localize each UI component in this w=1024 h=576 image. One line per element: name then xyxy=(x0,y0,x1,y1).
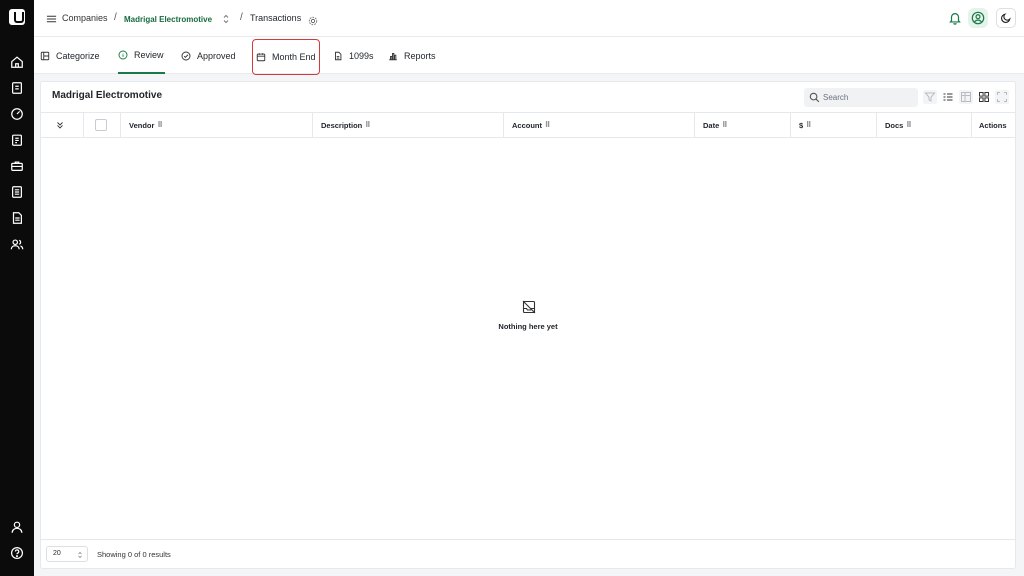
results-count: Showing 0 of 0 results xyxy=(97,550,171,559)
ledger-icon[interactable] xyxy=(10,185,24,199)
hamburger-menu-icon[interactable] xyxy=(46,12,57,24)
transactions-tab-bar: Categorize Review Approved Month End 109… xyxy=(34,37,1024,75)
user-avatar-button[interactable] xyxy=(968,8,988,28)
users-icon[interactable] xyxy=(10,237,24,251)
tab-label: Categorize xyxy=(56,50,100,61)
briefcase-icon[interactable] xyxy=(10,159,24,173)
breadcrumb-separator: / xyxy=(114,12,117,23)
tab-review[interactable]: Review xyxy=(118,37,165,74)
column-header-docs[interactable]: Docs ⠿ xyxy=(877,113,972,137)
columns-button[interactable] xyxy=(959,90,973,104)
double-chevron-down-icon[interactable] xyxy=(55,120,65,130)
column-label: Actions xyxy=(979,120,1007,130)
app-logo-icon[interactable] xyxy=(9,9,25,25)
bar-chart-icon xyxy=(389,52,397,60)
column-label: Docs xyxy=(885,120,904,130)
tab-label: Reports xyxy=(404,50,436,61)
grid-icon xyxy=(979,92,989,102)
breadcrumb-company[interactable]: Madrigal Electromotive xyxy=(124,14,212,25)
empty-state-text: Nothing here yet xyxy=(498,322,558,331)
notification-bell-icon[interactable] xyxy=(948,11,962,25)
document-icon xyxy=(335,51,342,60)
receipt-icon[interactable] xyxy=(10,81,24,95)
column-header-vendor[interactable]: Vendor ⠿ xyxy=(121,113,313,137)
select-all-checkbox[interactable] xyxy=(95,119,107,131)
table-footer: 20 Showing 0 of 0 results xyxy=(41,539,1015,568)
fullscreen-button[interactable] xyxy=(995,90,1009,104)
help-icon[interactable] xyxy=(10,546,24,560)
company-switcher-chevron-icon[interactable] xyxy=(222,12,230,24)
column-label: Vendor xyxy=(129,120,155,130)
drag-handle-icon[interactable]: ⠿ xyxy=(157,121,162,129)
column-header-description[interactable]: Description ⠿ xyxy=(313,113,504,137)
fullscreen-icon xyxy=(997,92,1007,102)
expand-all-cell xyxy=(41,113,84,137)
empty-inbox-icon xyxy=(522,300,536,314)
clipboard-icon[interactable] xyxy=(10,133,24,147)
tab-label: 1099s xyxy=(349,50,374,61)
tab-reports[interactable]: Reports xyxy=(388,37,436,74)
drag-handle-icon[interactable]: ⠿ xyxy=(365,121,370,129)
check-circle-icon xyxy=(181,51,191,60)
breadcrumb-companies[interactable]: Companies xyxy=(62,13,108,24)
tab-categorize[interactable]: Categorize xyxy=(40,37,100,74)
density-button[interactable] xyxy=(941,90,955,104)
filter-button[interactable] xyxy=(923,90,937,104)
left-sidebar xyxy=(0,0,34,576)
page-size-value: 20 xyxy=(53,550,61,557)
column-label: $ xyxy=(799,120,804,130)
tab-month-end[interactable]: Month End xyxy=(252,39,320,75)
tab-label: Review xyxy=(134,49,164,60)
calendar-icon xyxy=(256,53,266,62)
tab-1099s[interactable]: 1099s xyxy=(333,37,374,74)
column-header-amount[interactable]: $ ⠿ xyxy=(791,113,877,137)
user-profile-icon[interactable] xyxy=(10,520,24,534)
home-icon[interactable] xyxy=(10,55,24,69)
column-header-date[interactable]: Date ⠿ xyxy=(695,113,791,137)
breadcrumb-transactions: Transactions xyxy=(250,13,302,23)
breadcrumb-separator: / xyxy=(240,12,243,23)
list-density-icon xyxy=(943,93,953,101)
drag-handle-icon[interactable]: ⠿ xyxy=(722,121,727,129)
tab-label: Month End xyxy=(272,52,316,62)
column-label: Description xyxy=(321,120,363,130)
transactions-card: Madrigal Electromotive Vendor ⠿ Descript… xyxy=(40,81,1016,569)
theme-toggle-button[interactable] xyxy=(996,8,1016,28)
grid-view-button[interactable] xyxy=(977,90,991,104)
table-header: Vendor ⠿ Description ⠿ Account ⠿ Date ⠿ … xyxy=(41,112,1015,138)
drag-handle-icon[interactable]: ⠿ xyxy=(806,121,811,129)
column-header-actions: Actions xyxy=(972,113,1015,137)
moon-icon xyxy=(1001,13,1011,23)
column-label: Account xyxy=(512,120,542,130)
select-chevron-icon xyxy=(78,551,82,559)
card-title: Madrigal Electromotive xyxy=(52,90,163,101)
tab-label: Approved xyxy=(197,50,236,61)
table-columns-icon xyxy=(961,92,971,102)
settings-gear-icon[interactable] xyxy=(308,13,318,26)
column-label: Date xyxy=(703,120,720,130)
drag-handle-icon[interactable]: ⠿ xyxy=(906,121,911,129)
categorize-icon xyxy=(40,51,50,60)
report-document-icon[interactable] xyxy=(10,211,24,225)
search-box[interactable] xyxy=(804,88,918,107)
tab-approved[interactable]: Approved xyxy=(181,37,236,74)
drag-handle-icon[interactable]: ⠿ xyxy=(545,121,550,129)
info-circle-icon xyxy=(118,50,128,59)
column-header-account[interactable]: Account ⠿ xyxy=(504,113,695,137)
dashboard-gauge-icon[interactable] xyxy=(10,107,24,121)
page-size-select[interactable]: 20 xyxy=(46,546,88,562)
search-icon xyxy=(809,92,820,103)
search-input[interactable] xyxy=(823,91,913,104)
filter-icon xyxy=(924,92,936,102)
top-header: Companies / Madrigal Electromotive / Tra… xyxy=(34,0,1024,37)
select-all-cell xyxy=(84,113,121,137)
